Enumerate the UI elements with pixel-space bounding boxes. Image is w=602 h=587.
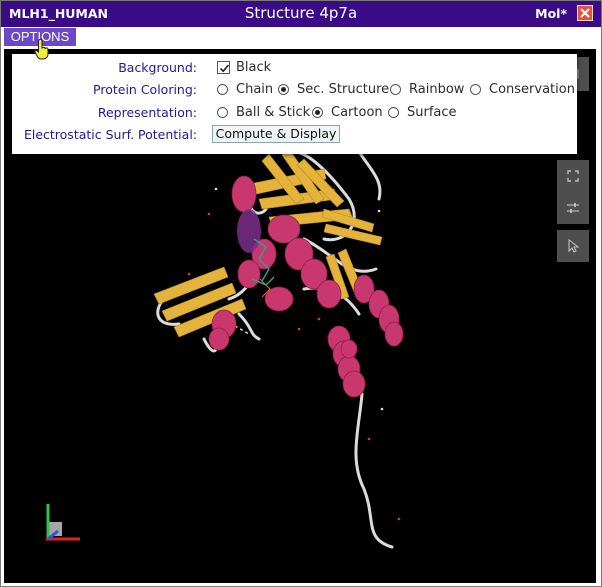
- expand-button[interactable]: [557, 160, 589, 192]
- hand-pointer-cursor-icon: [34, 39, 49, 60]
- electrostatic-label: Electrostatic Surf. Potential:: [23, 127, 197, 142]
- background-label: Background:: [118, 60, 197, 75]
- ligand-blob: [237, 209, 261, 253]
- viewer-toolbar-bottom: [557, 230, 589, 262]
- electrostatic-row: Electrostatic Surf. Potential: Compute &…: [12, 125, 577, 145]
- representation-label: Representation:: [97, 105, 197, 120]
- menu-bar: OPTIONS: [1, 27, 601, 47]
- settings-button[interactable]: [557, 192, 589, 224]
- alpha-helices: [208, 175, 404, 398]
- protein-coloring-label: Protein Coloring:: [93, 82, 197, 97]
- close-icon: [580, 8, 590, 18]
- checkmark-icon: [219, 64, 230, 73]
- checkbox-box[interactable]: [217, 61, 230, 74]
- selection-mode-button[interactable]: [557, 230, 589, 262]
- axes-indicator: [46, 504, 80, 541]
- viewer-toolbar-middle: [557, 160, 589, 224]
- background-row: Background: Black: [12, 58, 577, 78]
- options-panel: Background: Black Protein Coloring: Chai…: [12, 54, 577, 154]
- select-cursor-icon: [568, 239, 580, 253]
- molstar-label: Mol*: [535, 6, 567, 21]
- protein-coloring-row: Protein Coloring: Chain Sec. Structure R…: [12, 80, 577, 100]
- representation-row: Representation: Ball & Stick Cartoon Sur…: [12, 103, 577, 123]
- protein-id-label: MLH1_HUMAN: [9, 6, 108, 21]
- close-button[interactable]: [577, 5, 593, 21]
- compute-display-button[interactable]: Compute & Display: [212, 125, 340, 143]
- expand-icon: [567, 170, 579, 182]
- settings-sliders-icon: [567, 203, 579, 213]
- viewer-window: MLH1_HUMAN Structure 4p7a Mol* OPTIONS B…: [0, 0, 602, 587]
- background-option-label: Black: [236, 60, 272, 75]
- title-bar: MLH1_HUMAN Structure 4p7a Mol*: [1, 1, 601, 27]
